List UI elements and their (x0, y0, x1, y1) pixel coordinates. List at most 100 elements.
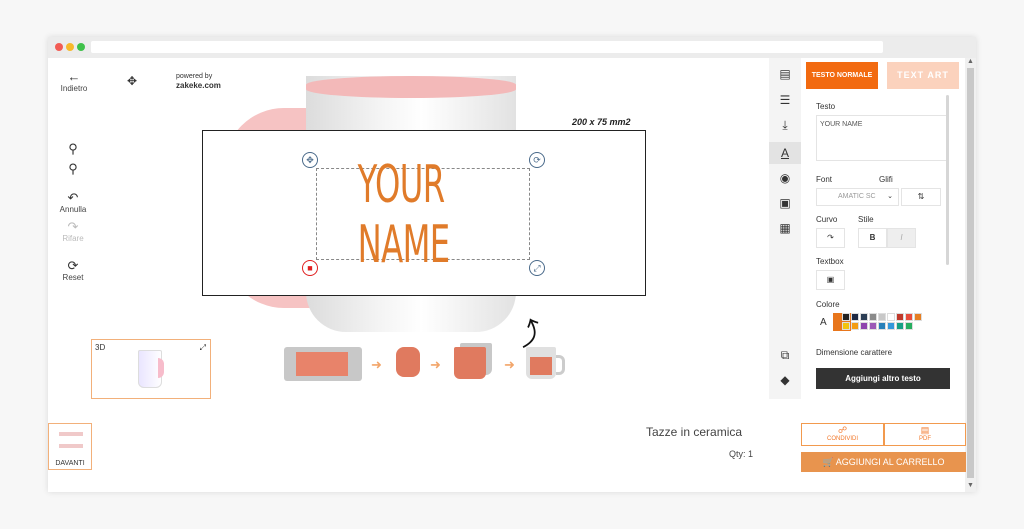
undo-icon: ↶ (67, 190, 79, 205)
cart-icon: 🛒 (822, 457, 834, 467)
add-to-cart-button[interactable]: 🛒 AGGIUNGI AL CARRELLO (801, 452, 966, 472)
powered-by: powered by zakeke.com (176, 72, 221, 91)
italic-button[interactable]: I (887, 228, 916, 248)
adjustments-icon[interactable]: ☰ (777, 92, 793, 108)
font-label: Font (816, 175, 833, 184)
color-swatch[interactable] (851, 322, 859, 330)
textbox-icon: ▣ (826, 275, 835, 284)
color-swatch[interactable] (860, 313, 868, 321)
color-swatch[interactable] (860, 322, 868, 330)
wrap-instruction-graphic: ➜ ➜ ➜ (284, 343, 584, 383)
undo-button[interactable]: ↶ Annulla (53, 190, 93, 215)
pdf-button[interactable]: ▤ PDF (884, 423, 966, 446)
color-label: Colore (816, 300, 840, 309)
curve-button[interactable]: ↷ (816, 228, 845, 248)
arrow-right-icon: ➜ (371, 357, 382, 372)
add-text-button[interactable]: Aggiungi altro testo (816, 368, 950, 389)
copy-icon[interactable]: ⧉ (777, 347, 793, 363)
text-icon[interactable]: A (769, 142, 801, 164)
page-icon[interactable]: ▤ (777, 66, 793, 82)
palette-icon[interactable]: ◉ (777, 170, 793, 186)
color-swatch[interactable] (851, 313, 859, 321)
address-bar[interactable] (91, 41, 883, 53)
color-swatch[interactable] (878, 322, 886, 330)
color-swatch[interactable] (896, 313, 904, 321)
color-swatch[interactable] (887, 313, 895, 321)
panel-scrollbar[interactable] (946, 95, 949, 265)
text-panel: TESTO NORMALE TEXT ART Testo YOUR NAME F… (801, 58, 965, 399)
pdf-icon: ▤ (920, 425, 930, 435)
text-input[interactable]: YOUR NAME (816, 115, 947, 161)
preview-3d[interactable]: 3D ⤢ (91, 339, 211, 399)
browser-chrome (48, 37, 976, 58)
template-icon[interactable]: ▣ (777, 195, 793, 211)
zoom-out-button[interactable]: ⚲ (53, 162, 93, 176)
move-arrows-icon: ✥ (126, 74, 138, 88)
rolled-print-icon (396, 347, 420, 377)
wrapping-mug-icon (454, 347, 486, 379)
scrollbar-thumb[interactable] (967, 68, 974, 478)
mug-rim (306, 76, 516, 98)
color-swatch[interactable] (887, 322, 895, 330)
undo-label: Annulla (59, 205, 87, 214)
font-size-label: Dimensione carattere (816, 348, 893, 357)
color-swatch[interactable] (869, 313, 877, 321)
resize-handle-icon[interactable]: ⤢ (529, 260, 545, 276)
textbox-label: Textbox (816, 257, 844, 266)
scroll-up-icon[interactable]: ▲ (967, 58, 974, 65)
design-canvas[interactable]: ← Indietro ✥ powered by zakeke.com ⚲ ⚲ ↶… (48, 58, 769, 399)
back-label: Indietro (60, 84, 88, 93)
zoom-out-icon: ⚲ (68, 161, 78, 176)
close-dot[interactable] (55, 43, 63, 51)
back-button[interactable]: ← Indietro (54, 69, 94, 94)
font-select[interactable]: AMATIC SC ⌄ (816, 188, 899, 206)
text-element-content: YOUR NAME (357, 155, 451, 275)
arrow-right-icon: ➜ (430, 357, 441, 372)
side-thumb-image (59, 432, 83, 436)
print-area-dimension: 200 x 75 mm2 (572, 117, 631, 127)
color-swatch[interactable] (869, 322, 877, 330)
preview-3d-label: 3D (95, 343, 106, 352)
zoom-in-button[interactable]: ⚲ (53, 142, 93, 156)
powered-line1: powered by (176, 73, 213, 80)
fullscreen-move-button[interactable]: ✥ (112, 74, 152, 88)
move-handle-icon[interactable]: ✥ (302, 152, 318, 168)
scroll-down-icon[interactable]: ▼ (967, 482, 974, 489)
color-swatch[interactable] (905, 313, 913, 321)
color-swatch[interactable] (905, 322, 913, 330)
textbox-button[interactable]: ▣ (816, 270, 845, 290)
rotate-handle-icon[interactable]: ⟳ (529, 152, 545, 168)
redo-label: Rifare (62, 234, 84, 243)
chevron-down-icon: ⌄ (887, 193, 893, 200)
upload-icon[interactable]: ⤓ (777, 117, 793, 133)
delete-handle-icon[interactable]: ■ (302, 260, 318, 276)
grid-icon[interactable]: ▦ (777, 220, 793, 236)
font-select-value: AMATIC SC (838, 193, 876, 200)
text-element[interactable]: YOUR NAME (316, 155, 530, 275)
color-swatch[interactable] (878, 313, 886, 321)
arrow-left-icon: ← (67, 69, 81, 84)
glyph-button[interactable]: ⇅ (901, 188, 941, 206)
share-button[interactable]: ☍ CONDIVIDI (801, 423, 884, 446)
color-swatch[interactable] (842, 313, 850, 321)
reset-icon: ⟳ (67, 258, 79, 273)
layers-icon[interactable]: ◆ (777, 372, 793, 388)
minimize-dot[interactable] (66, 43, 74, 51)
zoom-in-icon: ⚲ (68, 141, 78, 156)
side-selector-front[interactable]: DAVANTI (48, 423, 92, 470)
page-scrollbar[interactable]: ▲ ▼ (965, 58, 976, 492)
mode-normal-text-button[interactable]: TESTO NORMALE (806, 62, 878, 89)
bold-button[interactable]: B (858, 228, 887, 248)
bottom-bar: DAVANTI Tazze in ceramica Qty: 1 ☍ CONDI… (48, 399, 966, 492)
maximize-dot[interactable] (77, 43, 85, 51)
pdf-label: PDF (919, 436, 931, 442)
customizer-app: ← Indietro ✥ powered by zakeke.com ⚲ ⚲ ↶… (48, 58, 976, 492)
color-palette (842, 313, 927, 331)
redo-button[interactable]: ↷ Rifare (53, 220, 93, 244)
color-swatch[interactable] (896, 322, 904, 330)
color-swatch[interactable] (914, 313, 922, 321)
reset-button[interactable]: ⟳ Reset (53, 258, 93, 283)
color-swatch[interactable] (842, 322, 850, 330)
mode-text-art-button[interactable]: TEXT ART (887, 62, 959, 89)
expand-icon[interactable]: ⤢ (200, 343, 206, 353)
